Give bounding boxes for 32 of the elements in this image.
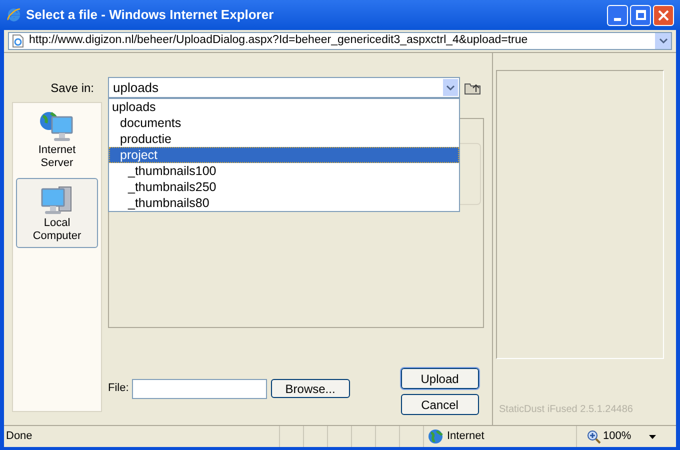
zoom-icon <box>587 430 601 444</box>
folder-option[interactable]: _thumbnails100 <box>109 163 459 179</box>
folder-option[interactable]: project <box>109 147 459 163</box>
place-button[interactable]: Local Computer <box>16 178 98 248</box>
globe-icon <box>428 429 443 444</box>
maximize-button[interactable] <box>630 4 651 26</box>
window-title: Select a file - Windows Internet Explorer <box>26 6 274 24</box>
folder-option[interactable]: _thumbnails80 <box>109 195 459 211</box>
globe-computer-icon <box>39 110 75 144</box>
folder-option[interactable]: _thumbnails250 <box>109 179 459 195</box>
minimize-button[interactable] <box>607 4 628 26</box>
save-in-label: Save in: <box>50 80 95 96</box>
folder-up-icon[interactable] <box>464 80 481 94</box>
address-field[interactable]: http://www.digizon.nl/beheer/UploadDialog.aspx?Id=beheer_genericedit3_aspxctrl_4&upload=true <box>8 32 672 50</box>
close-button[interactable] <box>653 4 674 26</box>
folder-option[interactable]: productie <box>109 131 459 147</box>
cancel-button[interactable]: Cancel <box>400 394 479 415</box>
file-input-field[interactable] <box>132 378 267 398</box>
browser-logo-icon <box>6 7 22 23</box>
close-icon <box>658 10 669 20</box>
zone-label: Internet <box>447 429 484 444</box>
file-label: File: <box>108 381 129 396</box>
status-text: Done <box>5 429 34 444</box>
page-icon <box>11 34 25 48</box>
folder-option[interactable]: uploads <box>109 99 459 115</box>
browse-button[interactable]: Browse... <box>270 379 350 398</box>
folder-option[interactable]: documents <box>109 115 459 131</box>
zoom-level[interactable]: 100% <box>603 428 632 445</box>
upload-button[interactable]: Upload <box>400 368 479 389</box>
folder-dropdown[interactable]: uploads <box>108 77 460 98</box>
place-button[interactable]: Internet Server <box>16 105 98 175</box>
caret-icon[interactable] <box>649 434 656 438</box>
